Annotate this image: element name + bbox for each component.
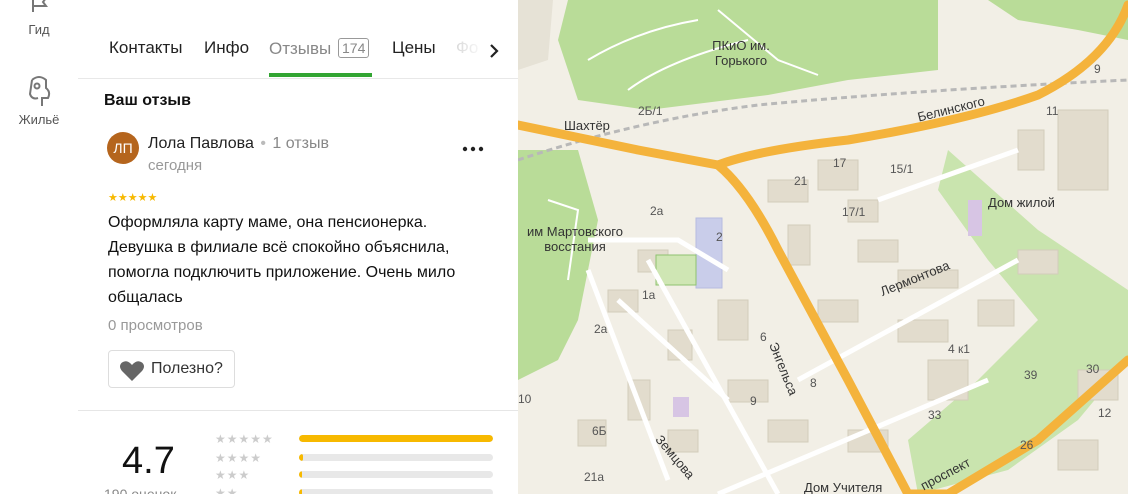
map-label: 11	[1046, 104, 1059, 118]
distribution-bar-fill	[299, 489, 302, 494]
rail-item-label: Гид	[28, 22, 50, 37]
map-label: 8	[810, 376, 817, 390]
left-rail: Гид Жильё	[0, 0, 79, 494]
map-label: 10	[518, 392, 532, 406]
review-views: 0 просмотров	[108, 317, 203, 334]
tab-prices[interactable]: Цены	[392, 38, 436, 58]
map-label: 15/1	[890, 162, 914, 176]
rating-count: 190 оценок	[104, 486, 177, 494]
rail-item-guide[interactable]: Гид	[0, 0, 78, 37]
distribution-bar-fill	[299, 435, 493, 442]
review-count-badge: 174	[338, 38, 370, 58]
more-options-icon[interactable]	[458, 136, 488, 162]
map-label: Шахтёр	[564, 118, 610, 133]
map-label: 2а	[594, 322, 608, 336]
review-stars: ★★★★★	[108, 192, 158, 204]
map-label: 4 к1	[948, 342, 970, 356]
rating-value: 4.7	[122, 440, 175, 482]
map-label: 39	[1024, 368, 1038, 382]
tab-info[interactable]: Инфо	[204, 38, 249, 58]
review-text: Оформляла карту маме, она пенсионерка. Д…	[108, 214, 456, 306]
map-label: 6Б	[592, 424, 607, 438]
map-label: 9	[750, 394, 757, 408]
map-label: 26	[1020, 438, 1034, 452]
active-tab-indicator	[269, 73, 372, 77]
distribution-stars: ★★★★★	[215, 432, 274, 446]
map-label: 17/1	[842, 205, 866, 219]
divider	[78, 410, 518, 411]
rail-item-label: Жильё	[18, 112, 60, 127]
map-label: 6	[760, 330, 767, 344]
distribution-bar-fill	[299, 454, 303, 461]
map-label: Дом Учителя	[804, 480, 883, 494]
distribution-bar	[299, 435, 493, 442]
heart-icon	[120, 361, 144, 381]
map-label: 21	[794, 174, 808, 188]
map-label: 21а	[584, 470, 605, 484]
review-date: сегодня	[148, 157, 203, 174]
map-label: 30	[1086, 362, 1100, 376]
map-label: 2а	[650, 204, 664, 218]
map-label: 9	[1094, 62, 1101, 76]
author-name[interactable]: Лола Павлова	[148, 135, 254, 152]
tab-label: Отзывы	[269, 39, 332, 58]
map-label: 2Б/1	[638, 104, 663, 118]
distribution-stars: ★★★	[215, 468, 251, 482]
review-author: Лола Павлова • 1 отзыв	[148, 135, 329, 152]
distribution-bar-fill	[299, 471, 302, 478]
section-title: Ваш отзыв	[104, 92, 191, 109]
housing-icon	[28, 76, 51, 106]
guide-icon	[32, 0, 48, 12]
distribution-bar	[299, 471, 493, 478]
tab-contacts[interactable]: Контакты	[109, 38, 182, 58]
map-label: ПКиО им. Горького	[712, 38, 770, 68]
tab-reviews[interactable]: Отзывы 174	[269, 38, 370, 59]
avatar[interactable]: ЛП	[107, 132, 139, 164]
map-label: 2	[716, 230, 723, 244]
map-label: им Мартовского восстания	[526, 224, 623, 254]
map-label: 33	[928, 408, 942, 422]
tab-fade	[446, 26, 486, 76]
map-label: 17	[833, 156, 847, 170]
rail-item-housing[interactable]: Жильё	[0, 74, 78, 127]
distribution-stars: ★★★★	[215, 451, 263, 465]
chevron-right-icon[interactable]	[482, 36, 506, 66]
useful-button[interactable]: Полезно?	[108, 350, 235, 388]
map-label: 1а	[642, 288, 656, 302]
useful-label: Полезно?	[151, 360, 223, 377]
map-label: Дом жилой	[988, 195, 1055, 210]
distribution-bar	[299, 454, 493, 461]
map-label: 12	[1098, 406, 1112, 420]
distribution-bar	[299, 489, 493, 494]
tab-bar: Контакты Инфо Отзывы 174 Цены Фо	[78, 26, 518, 79]
distribution-stars: ★★	[215, 486, 239, 494]
place-panel: Контакты Инфо Отзывы 174 Цены Фо Ваш отз…	[78, 0, 519, 494]
map[interactable]: ПКиО им. Горького Шахтёр 2Б/1 Белинского 17 1…	[518, 0, 1128, 494]
author-review-count: 1 отзыв	[272, 135, 329, 152]
